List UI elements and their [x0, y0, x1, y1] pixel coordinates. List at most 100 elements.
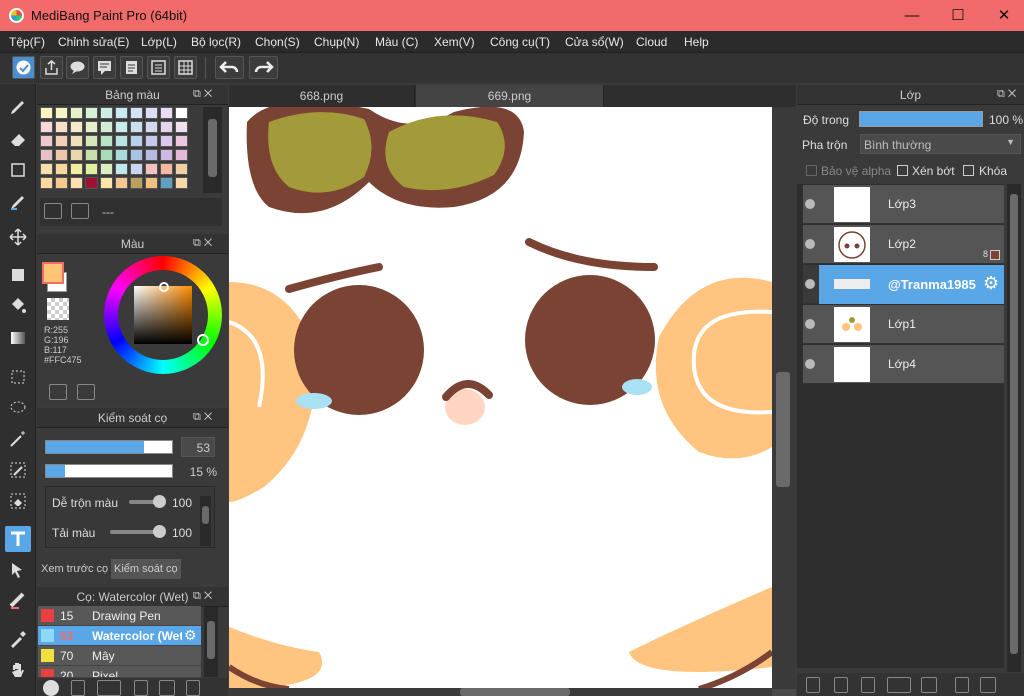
layer-folder-icon[interactable]: [921, 677, 937, 693]
document-icon[interactable]: [120, 56, 143, 79]
palette-swatch[interactable]: [55, 135, 68, 147]
select-pen-icon[interactable]: [5, 457, 31, 483]
maximize-button[interactable]: ☐: [935, 0, 981, 31]
color-picker-mode-icon[interactable]: [77, 384, 95, 400]
palette-swatch[interactable]: [100, 163, 113, 175]
palette-swatch[interactable]: [100, 177, 113, 189]
palette-swatch[interactable]: [40, 121, 53, 133]
palette-swatch[interactable]: [70, 121, 83, 133]
menu-layer[interactable]: Lớp(L): [141, 35, 177, 49]
hand-tool-icon[interactable]: [5, 657, 31, 683]
palette-swatch[interactable]: [115, 149, 128, 161]
eraser-tool-icon[interactable]: [5, 126, 31, 152]
merge-layer-icon[interactable]: [980, 677, 996, 693]
rectangle-tool-icon[interactable]: [5, 157, 31, 183]
duplicate-icon[interactable]: [186, 680, 200, 696]
brush-item-watercolor-wet[interactable]: 53 Watercolor (Wet) ⚙: [38, 626, 201, 646]
palette-swatch[interactable]: [130, 149, 143, 161]
lock-checkbox[interactable]: [963, 165, 974, 176]
transparent-color-swatch[interactable]: [47, 298, 69, 320]
palette-swatch[interactable]: [175, 121, 188, 133]
fill-rect-tool-icon[interactable]: [5, 262, 31, 288]
eyedropper-icon[interactable]: [5, 626, 31, 652]
palette-swatch[interactable]: [70, 107, 83, 119]
palette-swatch[interactable]: [55, 149, 68, 161]
palette-swatch[interactable]: [115, 135, 128, 147]
palette-swatch[interactable]: [70, 177, 83, 189]
palette-swatch[interactable]: [145, 177, 158, 189]
speech-bubble-icon[interactable]: [66, 56, 89, 79]
menu-color[interactable]: Màu (C): [375, 35, 418, 49]
palette-swatch[interactable]: [55, 107, 68, 119]
palette-swatch[interactable]: [160, 163, 173, 175]
palette-swatch[interactable]: [145, 121, 158, 133]
trash-icon[interactable]: [71, 203, 89, 219]
redo-icon[interactable]: [249, 56, 278, 79]
visibility-eye-icon[interactable]: [805, 319, 815, 329]
select-eraser-icon[interactable]: [5, 488, 31, 514]
brush-list-scrollbar[interactable]: [204, 607, 218, 677]
brush-item-may[interactable]: 70 Mây: [38, 646, 201, 666]
lasso-tool-icon[interactable]: [5, 395, 31, 421]
palette-swatch[interactable]: [175, 163, 188, 175]
add-brush-icon[interactable]: [43, 680, 59, 696]
palette-scrollbar[interactable]: [203, 107, 222, 193]
palette-swatch[interactable]: [145, 149, 158, 161]
layer-row-tranma1985[interactable]: @Tranma1985 ⚙: [803, 265, 1004, 304]
palette-swatch[interactable]: [160, 149, 173, 161]
palette-swatch[interactable]: [85, 135, 98, 147]
hue-ring[interactable]: [104, 256, 222, 374]
palette-swatch[interactable]: [55, 163, 68, 175]
blend-slider[interactable]: [129, 495, 166, 508]
brush-size-slider[interactable]: [45, 440, 173, 454]
palette-swatch[interactable]: [85, 107, 98, 119]
menu-file[interactable]: Tệp(F): [9, 35, 45, 49]
menu-cloud[interactable]: Cloud: [636, 35, 667, 49]
load-slider[interactable]: [110, 525, 166, 538]
cloud-check-icon[interactable]: [12, 56, 35, 79]
duplicate-layer-icon[interactable]: [955, 677, 969, 693]
visibility-eye-icon[interactable]: [805, 359, 815, 369]
brush-tool-icon[interactable]: [5, 94, 31, 120]
move-tool-icon[interactable]: [5, 224, 31, 250]
text-tool-icon[interactable]: [5, 526, 31, 552]
bucket-tool-icon[interactable]: [5, 293, 31, 319]
canvas-horizontal-scrollbar[interactable]: [229, 688, 772, 696]
menu-tools[interactable]: Công cụ(T): [490, 35, 550, 49]
brush-menu-icon[interactable]: [97, 680, 121, 696]
magic-wand-icon[interactable]: [5, 426, 31, 452]
palette-swatch[interactable]: [130, 135, 143, 147]
canvas-artwork[interactable]: [229, 107, 772, 689]
menu-edit[interactable]: Chỉnh sửa(E): [58, 35, 129, 49]
sv-cursor[interactable]: [159, 282, 169, 292]
palette-swatch[interactable]: [175, 135, 188, 147]
brush-opacity-slider[interactable]: [45, 464, 173, 478]
brush-item-pixel[interactable]: 20 Pixel: [38, 666, 201, 678]
gear-icon[interactable]: ⚙: [983, 273, 999, 294]
palette-swatch[interactable]: [40, 149, 53, 161]
panel-popout-icon[interactable]: ⧉ ✕: [997, 88, 1016, 101]
palette-swatch[interactable]: [85, 121, 98, 133]
palette-swatch[interactable]: [100, 135, 113, 147]
pen-tool-icon[interactable]: [5, 189, 31, 215]
layer-row-lop3[interactable]: Lớp3: [803, 185, 1004, 224]
panel-popout-icon[interactable]: ⧉ ✕: [193, 237, 212, 250]
layer-row-lop4[interactable]: Lớp4: [803, 345, 1004, 384]
visibility-eye-icon[interactable]: [805, 279, 815, 289]
palette-swatch[interactable]: [145, 107, 158, 119]
palette-swatch[interactable]: [115, 121, 128, 133]
brush-item-drawing-pen[interactable]: 15 Drawing Pen: [38, 606, 201, 626]
tab-brush-preview[interactable]: Xem trước cọ: [39, 559, 111, 579]
layer-row-lop2[interactable]: Lớp2 8: [803, 225, 1004, 264]
palette-swatch[interactable]: [160, 107, 173, 119]
palette-swatch[interactable]: [55, 121, 68, 133]
brush-settings-icon[interactable]: [134, 680, 148, 696]
blend-mode-select[interactable]: Bình thường ▼: [860, 134, 1021, 154]
layer-opacity-slider[interactable]: [859, 111, 983, 127]
palette-swatch[interactable]: [130, 163, 143, 175]
palette-swatch[interactable]: [130, 107, 143, 119]
palette-swatch[interactable]: [130, 121, 143, 133]
menu-filter[interactable]: Bộ lọc(R): [191, 35, 241, 49]
minimize-button[interactable]: —: [889, 0, 935, 31]
menu-window[interactable]: Cửa sổ(W): [565, 35, 624, 49]
